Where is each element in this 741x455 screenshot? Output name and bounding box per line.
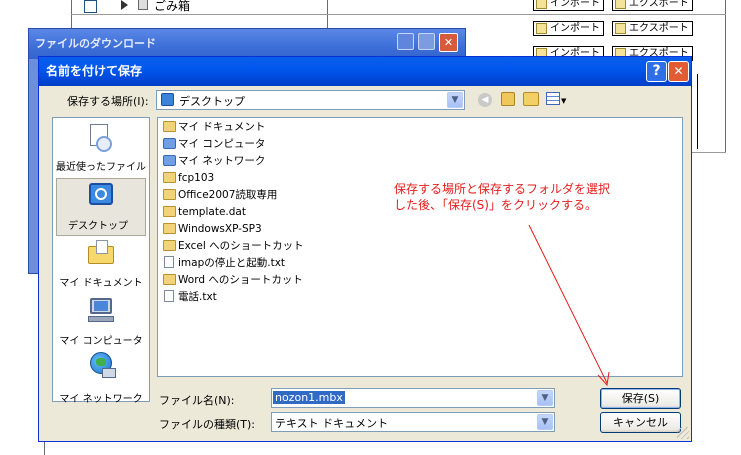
place-label: マイ ドキュメント [59, 278, 143, 289]
resize-grip-icon[interactable] [677, 427, 689, 439]
my-documents-icon [84, 238, 116, 268]
close-button[interactable]: ✕ [668, 61, 689, 82]
table-border-mid [327, 0, 328, 30]
export-button[interactable]: エクスポート [612, 21, 693, 36]
place-my-network[interactable]: マイ ネットワーク [53, 352, 149, 410]
cancel-button[interactable]: キャンセル [600, 412, 681, 433]
list-item[interactable]: fcp103 [162, 170, 214, 186]
location-select[interactable]: デスクトップ ▼ [156, 90, 465, 110]
filename-input[interactable]: nozon1.mbx ▼ [271, 388, 555, 408]
desktop-icon [161, 93, 174, 106]
maximize-button[interactable] [418, 33, 435, 50]
folder-icon [163, 206, 176, 217]
list-item[interactable]: マイ ドキュメント [162, 119, 265, 135]
list-item[interactable]: WindowsXP-SP3 [162, 221, 262, 237]
shortcut-icon [163, 274, 176, 285]
chevron-down-icon[interactable]: ▼ [537, 390, 553, 406]
export-icon [615, 0, 626, 9]
close-button[interactable]: ✕ [439, 33, 458, 52]
folder-icon [163, 172, 176, 183]
place-recent[interactable]: 最近使ったファイル [53, 120, 149, 178]
list-item[interactable]: マイ ネットワーク [162, 153, 265, 169]
list-item[interactable]: マイ コンピュータ [162, 136, 265, 152]
place-my-computer[interactable]: マイ コンピュータ [53, 294, 149, 352]
instruction-annotation: 保存する場所と保存するフォルダを選択 した後、「保存(S)」をクリックする。 [394, 181, 610, 213]
list-item[interactable]: 電話.txt [162, 289, 217, 305]
my-network-icon [84, 352, 116, 382]
import-icon [536, 0, 547, 9]
table-row-divider [690, 152, 726, 153]
new-folder-icon[interactable] [523, 92, 539, 106]
trash-icon [138, 0, 148, 10]
annotation-line-1: 保存する場所と保存するフォルダを選択 [394, 182, 611, 196]
text-file-icon [164, 290, 174, 302]
place-my-documents[interactable]: マイ ドキュメント [53, 236, 149, 294]
import-icon [536, 23, 547, 34]
my-computer-icon [84, 296, 116, 326]
place-label: 最近使ったファイル [56, 162, 146, 173]
import-button[interactable]: インポート [533, 0, 604, 11]
location-label: 保存する場所(I): [67, 95, 149, 108]
filetype-select[interactable]: テキスト ドキュメント ▼ [271, 412, 555, 432]
minimize-button[interactable] [397, 33, 414, 50]
help-button[interactable]: ? [646, 61, 667, 82]
page-left-border [44, 440, 45, 455]
list-item[interactable]: imapの停止と起動.txt [162, 255, 285, 271]
up-folder-icon[interactable] [501, 92, 515, 106]
place-label: マイ ネットワーク [59, 394, 143, 405]
filename-value: nozon1.mbx [273, 391, 345, 404]
shortcut-icon [163, 240, 176, 251]
place-desktop[interactable]: デスクトップ [56, 178, 146, 236]
list-item[interactable]: Excel へのショートカット [162, 238, 304, 254]
view-menu-icon[interactable]: ▼ [546, 92, 566, 106]
chevron-down-icon[interactable]: ▼ [447, 92, 463, 108]
dialog-title: 名前を付けて保存 [39, 57, 691, 86]
filetype-label: ファイルの種類(T): [159, 418, 256, 431]
folder-icon [163, 189, 176, 200]
save-button[interactable]: 保存(S) [600, 388, 681, 409]
list-item[interactable]: Office2007読取専用 [162, 187, 277, 203]
expand-arrow-icon[interactable] [121, 0, 128, 10]
folder-icon [163, 121, 176, 132]
export-icon [615, 23, 626, 34]
computer-icon [163, 138, 176, 149]
trash-label: ごみ箱 [154, 0, 191, 13]
list-item[interactable]: Word へのショートカット [162, 272, 303, 288]
places-bar: 最近使ったファイル デスクトップ マイ ドキュメント マイ コンピュータ マイ … [52, 117, 150, 405]
folder-icon [163, 223, 176, 234]
annotation-line-2: した後、「保存(S)」をクリックする。 [394, 198, 597, 212]
location-value: デスクトップ [179, 95, 245, 108]
save-as-dialog: 名前を付けて保存 ? ✕ 保存する場所(I): デスクトップ ▼ ◀ ▼ 最近使… [38, 56, 692, 442]
annotation-arrow [528, 224, 610, 387]
text-file-icon [164, 256, 174, 268]
table-row-divider [71, 14, 726, 15]
desktop-icon [85, 181, 117, 211]
network-icon [163, 155, 176, 166]
list-item[interactable]: template.dat [162, 204, 246, 220]
table-border-right [725, 0, 726, 152]
import-button[interactable]: インポート [533, 21, 604, 36]
filename-label: ファイル名(N): [159, 394, 235, 407]
table-cell-edge [697, 74, 698, 149]
export-button[interactable]: エクスポート [612, 0, 693, 11]
chevron-down-icon[interactable]: ▼ [537, 414, 553, 430]
back-icon[interactable]: ◀ [478, 93, 492, 107]
filetype-value: テキスト ドキュメント [275, 417, 389, 430]
place-label: マイ コンピュータ [59, 336, 143, 347]
place-label: デスクトップ [68, 221, 128, 232]
row-checkbox[interactable] [84, 0, 97, 13]
recent-documents-icon [84, 124, 116, 154]
